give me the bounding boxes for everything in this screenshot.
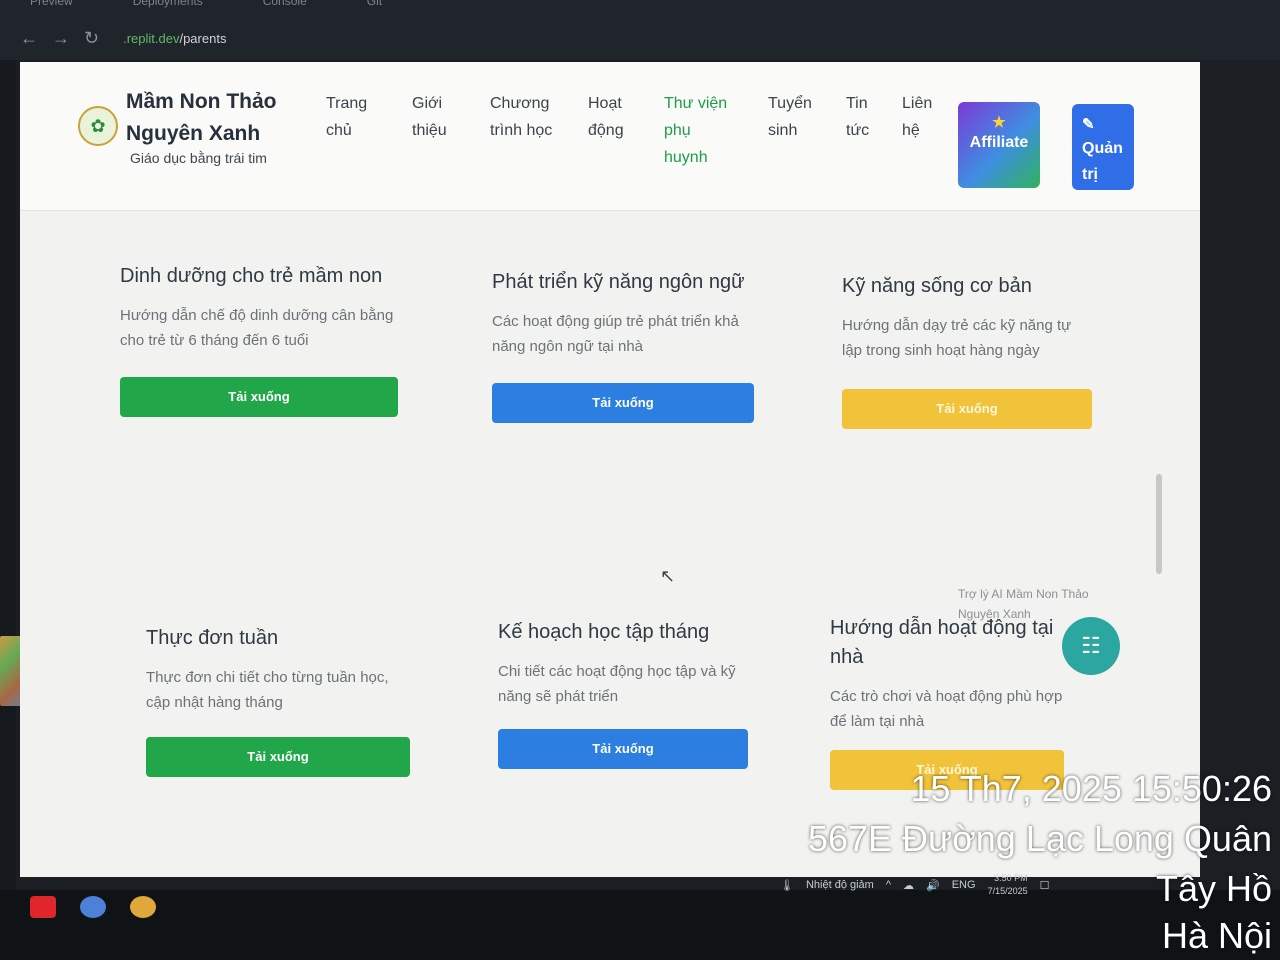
admin-button[interactable]: ✎ Quản trị xyxy=(1072,104,1134,190)
download-button[interactable]: Tải xuống xyxy=(492,383,754,423)
browser-nav: ← → ↻ .replit.dev/parents xyxy=(20,28,226,49)
card-description: Chi tiết các hoạt động học tập và kỹ năn… xyxy=(498,663,736,705)
menu-item-admissions[interactable]: Tuyển sinh xyxy=(768,90,812,171)
weather-text[interactable]: Nhiệt độ giảm xyxy=(806,879,874,891)
brand-title[interactable]: Mầm Non Thảo Nguyên Xanh xyxy=(126,86,316,150)
admin-label: Quản trị xyxy=(1082,140,1123,183)
resource-card: Thực đơn tuần Thực đơn chi tiết cho từng… xyxy=(146,624,410,777)
site-header: ✿ Mầm Non Thảo Nguyên Xanh Giáo dục bằng… xyxy=(20,62,1200,211)
menu-item-news[interactable]: Tin tức xyxy=(846,90,869,171)
url-host: .replit.dev xyxy=(123,31,180,46)
affiliate-button[interactable]: ★ Affiliate xyxy=(958,102,1040,188)
back-icon[interactable]: ← xyxy=(20,28,38,49)
left-rail xyxy=(0,60,16,890)
volume-icon[interactable]: 🔊 xyxy=(926,879,940,892)
clock-date: 7/15/2025 xyxy=(987,886,1028,896)
refresh-icon[interactable]: ↻ xyxy=(84,28,99,49)
resource-card: Kế hoạch học tập tháng Chi tiết các hoạt… xyxy=(498,618,748,769)
tab-deployments[interactable]: Deployments xyxy=(133,0,203,12)
main-menu: Trang chủ Giới thiệu Chương trình học Ho… xyxy=(326,90,968,171)
taskbar xyxy=(0,890,1280,960)
download-button[interactable]: Tải xuống xyxy=(842,389,1092,429)
language-indicator[interactable]: ENG xyxy=(952,879,976,891)
brand-subtitle: Giáo dục bằng trái tim xyxy=(130,150,267,166)
url-bar[interactable]: .replit.dev/parents xyxy=(123,31,226,46)
menu-item-home[interactable]: Trang chủ xyxy=(326,90,378,171)
tab-console[interactable]: Console xyxy=(263,0,307,12)
weather-icon[interactable]: 🌡 xyxy=(780,879,794,892)
clock[interactable]: 3:50 PM 7/15/2025 xyxy=(988,872,1028,898)
resource-card: Hướng dẫn hoạt động tại nhà Các trò chơi… xyxy=(830,614,1064,790)
cloud-icon[interactable]: ☁ xyxy=(903,879,914,892)
chrome-icon[interactable] xyxy=(130,896,156,918)
card-title: Phát triển kỹ năng ngôn ngữ xyxy=(492,271,745,293)
card-description: Hướng dẫn dạy trẻ các kỹ năng tự lập tro… xyxy=(842,317,1072,359)
preview-page: ✿ Mầm Non Thảo Nguyên Xanh Giáo dục bằng… xyxy=(20,62,1200,877)
logo-icon[interactable]: ✿ xyxy=(78,106,118,146)
chat-assistant-label: Trợ lý AI Mầm Non Thảo Nguyên Xanh xyxy=(958,587,1089,621)
tab-preview[interactable]: Preview xyxy=(30,0,73,12)
app-icon[interactable] xyxy=(80,896,106,918)
menu-item-parent-library[interactable]: Thư viện phụ huynh xyxy=(664,90,734,171)
download-button[interactable]: Tải xuống xyxy=(146,737,410,777)
photo-city: Hà Nội xyxy=(1161,915,1272,956)
chat-bot-icon[interactable]: ☷ xyxy=(1062,617,1120,675)
star-icon: ★ xyxy=(992,114,1006,131)
scrollbar[interactable] xyxy=(1156,474,1162,574)
tray-expand-icon[interactable]: ^ xyxy=(886,879,891,891)
ide-chrome: Preview Deployments Console Git ← → ↻ .r… xyxy=(0,0,1280,60)
download-button[interactable]: Tải xuống xyxy=(498,729,748,769)
forward-icon[interactable]: → xyxy=(52,28,70,49)
menu-item-about[interactable]: Giới thiệu xyxy=(412,90,456,171)
clock-time: 3:50 PM xyxy=(994,873,1028,883)
card-title: Thực đơn tuần xyxy=(146,627,279,649)
mouse-cursor-icon: ↖ xyxy=(660,566,676,586)
card-title: Kỹ năng sống cơ bản xyxy=(842,275,1032,297)
download-button[interactable]: Tải xuống xyxy=(120,377,398,417)
affiliate-label: Affiliate xyxy=(969,134,1029,151)
photo-district: Tây Hồ xyxy=(1155,868,1272,909)
card-description: Thực đơn chi tiết cho từng tuần học, cập… xyxy=(146,669,389,711)
menu-item-activities[interactable]: Hoạt động xyxy=(588,90,630,171)
youtube-icon[interactable] xyxy=(30,896,56,918)
edit-icon: ✎ xyxy=(1082,116,1095,133)
resource-card: Phát triển kỹ năng ngôn ngữ Các hoạt độn… xyxy=(492,268,754,423)
photo-address-line: 567E Đường Lạc Long Quân xyxy=(807,818,1272,859)
card-description: Các hoạt động giúp trẻ phát triển khả nă… xyxy=(492,313,739,355)
card-description: Các trò chơi và hoạt động phù hợp để làm… xyxy=(830,688,1063,730)
resource-card: Kỹ năng sống cơ bản Hướng dẫn dạy trẻ cá… xyxy=(842,272,1092,429)
ide-tab-bar: Preview Deployments Console Git xyxy=(0,0,382,12)
card-title: Kế hoạch học tập tháng xyxy=(498,621,710,643)
card-title: Dinh dưỡng cho trẻ mầm non xyxy=(120,265,383,287)
menu-item-contact[interactable]: Liên hệ xyxy=(902,90,934,171)
resource-card: Dinh dưỡng cho trẻ mầm non Hướng dẫn chế… xyxy=(120,262,410,417)
notification-icon[interactable]: ☐ xyxy=(1040,879,1050,892)
tab-git[interactable]: Git xyxy=(367,0,382,12)
menu-item-programs[interactable]: Chương trình học xyxy=(490,90,554,171)
system-tray: 🌡 Nhiệt độ giảm ^ ☁ 🔊 ENG 3:50 PM 7/15/2… xyxy=(780,872,1049,898)
card-description: Hướng dẫn chế độ dinh dưỡng cân bằng cho… xyxy=(120,307,394,349)
url-path: /parents xyxy=(179,31,227,46)
photo-datetime: 15 Th7, 2025 15:50:26 xyxy=(910,768,1272,809)
